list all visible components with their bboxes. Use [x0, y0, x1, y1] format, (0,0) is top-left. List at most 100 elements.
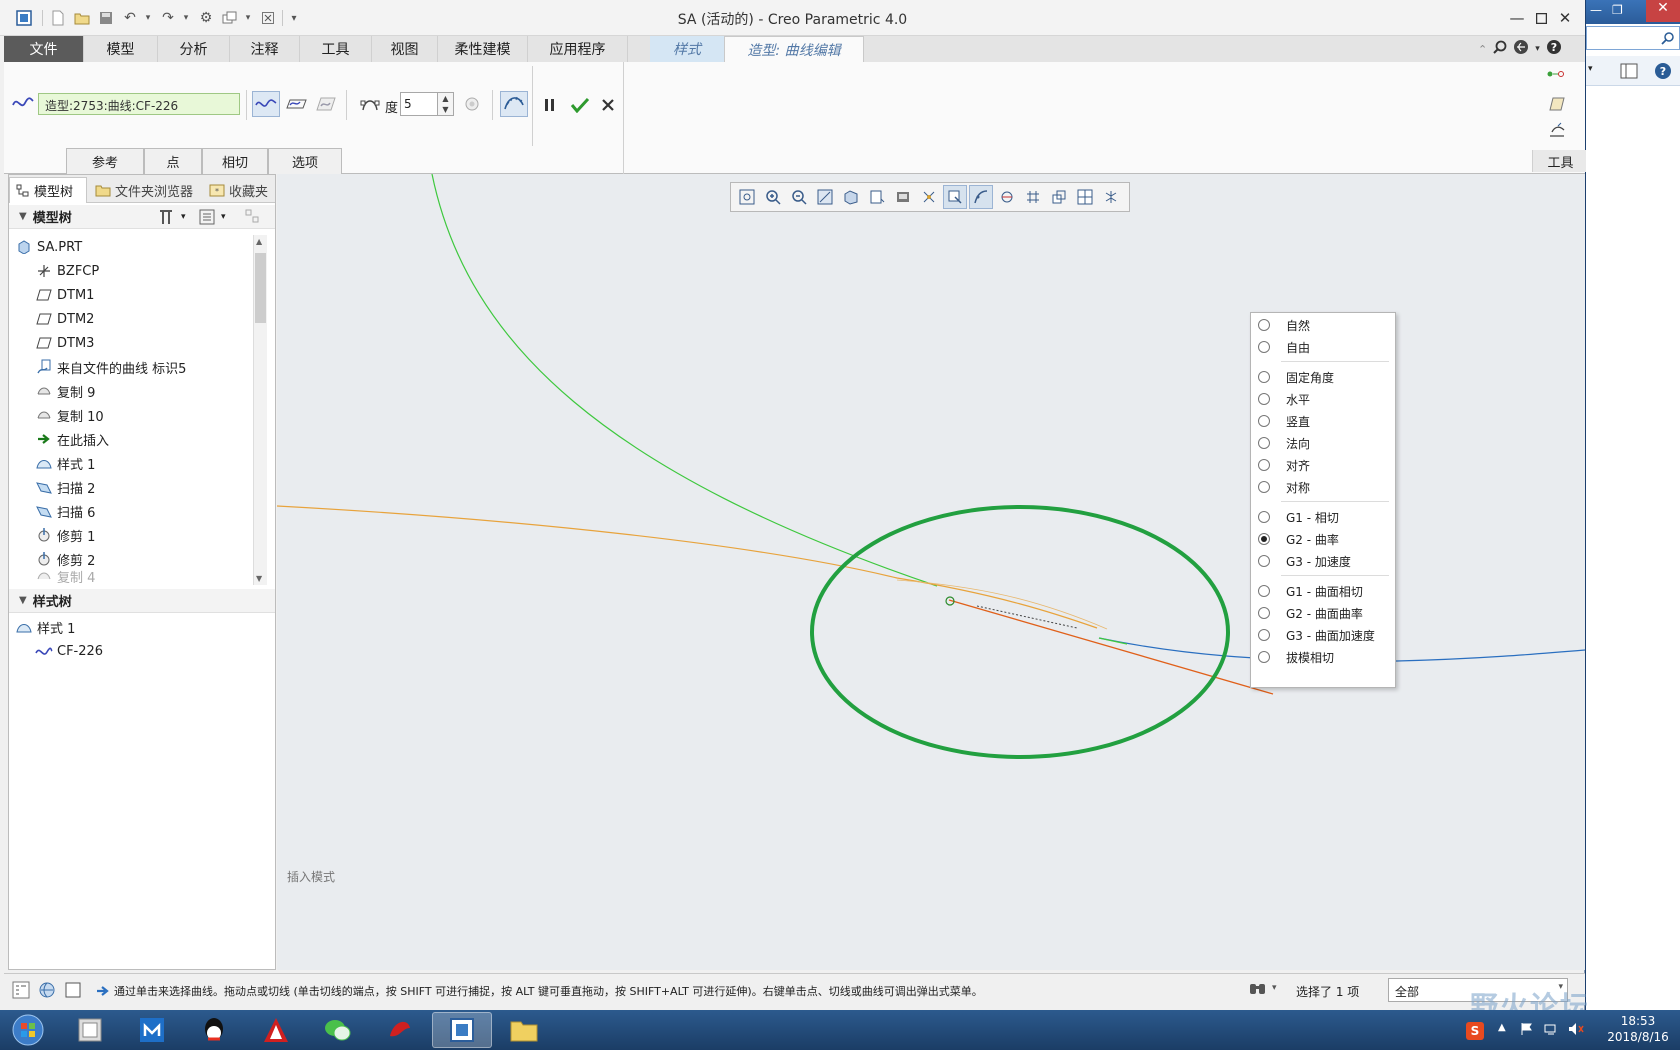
ime-icon[interactable]: S [1466, 1022, 1484, 1040]
style-tree-header[interactable]: ▼ 样式树 [9, 589, 275, 613]
tree-item-dtm2[interactable]: DTM2 [35, 307, 94, 331]
tree-item-sa-prt[interactable]: SA.PRT [15, 235, 82, 259]
menu-item-g1-surface-tangent[interactable]: G1 - 曲面相切 [1251, 580, 1395, 602]
menu-item-normal[interactable]: 法向 [1251, 432, 1395, 454]
bg-app-search[interactable] [1586, 26, 1680, 50]
tree-item-trim-2[interactable]: 修剪 2 [35, 547, 95, 571]
tab-model[interactable]: 模型 [84, 36, 158, 62]
tab-analysis[interactable]: 分析 [158, 36, 230, 62]
tray-network-icon[interactable] [1544, 1022, 1560, 1039]
tree-item-copy-9[interactable]: 复制 9 [35, 379, 95, 403]
collapse-icon[interactable]: ▼ [19, 595, 27, 606]
planar-curve-button[interactable] [282, 91, 310, 117]
tree-settings-icon[interactable] [157, 208, 179, 230]
view-manager-icon[interactable] [891, 185, 915, 209]
free-curve-button[interactable] [252, 91, 280, 117]
curvature-display-icon[interactable] [969, 185, 993, 209]
menu-item-g1-tangent[interactable]: G1 - 相切 [1251, 506, 1395, 528]
cos-curve-button[interactable] [312, 91, 340, 117]
tree-columns-dropdown-icon[interactable]: ▾ [221, 212, 226, 222]
tree-item-dtm1[interactable]: DTM1 [35, 283, 94, 307]
menu-item-g3-surface-acceleration[interactable]: G3 - 曲面加速度 [1251, 624, 1395, 646]
subtab-options[interactable]: 选项 [268, 148, 342, 174]
chevron-down-icon[interactable]: ▾ [1588, 64, 1593, 74]
tab-annotate[interactable]: 注释 [230, 36, 300, 62]
tab-folder-browser[interactable]: 文件夹浏览器 [89, 177, 201, 203]
tab-style[interactable]: 样式 [650, 36, 724, 62]
style-tree-item-cf-226[interactable]: CF-226 [35, 639, 103, 663]
scroll-up-icon[interactable]: ▲ [256, 237, 262, 246]
scroll-thumb[interactable] [255, 253, 266, 323]
refit-icon[interactable] [735, 185, 759, 209]
collapse-ribbon-icon[interactable]: ⌃ [1478, 43, 1487, 56]
taskbar-explorer-icon[interactable] [494, 1012, 554, 1048]
tool-icon-2[interactable] [1548, 96, 1566, 115]
active-plane-icon[interactable] [1047, 185, 1071, 209]
menu-item-g3-acceleration[interactable]: G3 - 加速度 [1251, 550, 1395, 572]
tab-view[interactable]: 视图 [372, 36, 438, 62]
cancel-button[interactable] [596, 92, 620, 118]
section-view-icon[interactable] [1099, 185, 1123, 209]
tree-item-trim-1[interactable]: 修剪 1 [35, 523, 95, 547]
tool-icon-1[interactable] [1546, 68, 1566, 83]
tab-applications[interactable]: 应用程序 [528, 36, 628, 62]
style-tree-item-style-1[interactable]: 样式 1 [15, 615, 75, 639]
zoom-in-icon[interactable] [761, 185, 785, 209]
tree-columns-icon[interactable] [199, 209, 215, 229]
scroll-down-icon[interactable]: ▼ [256, 574, 262, 583]
tray-flag-icon[interactable] [1520, 1022, 1534, 1039]
community-dropdown-icon[interactable]: ▾ [1535, 44, 1540, 54]
fullscreen-toggle-icon[interactable] [64, 981, 82, 1002]
browser-toggle-icon[interactable] [38, 981, 56, 1002]
search-icon[interactable] [1493, 40, 1507, 58]
tab-file[interactable]: 文件 [4, 36, 84, 62]
minimize-icon[interactable]: — [1590, 3, 1602, 17]
saved-orientations-icon[interactable] [865, 185, 889, 209]
tree-item-copy-4[interactable]: 复制 4 [35, 569, 95, 583]
datum-display-icon[interactable] [917, 185, 941, 209]
taskbar-creo-icon[interactable] [432, 1012, 492, 1048]
curvature-analysis-button[interactable] [500, 91, 528, 117]
view-split-icon[interactable] [1073, 185, 1097, 209]
menu-item-natural[interactable]: 自然 [1251, 314, 1395, 336]
tab-model-tree[interactable]: 模型树 [9, 177, 87, 203]
collapse-icon[interactable]: ▼ [19, 211, 27, 222]
subtab-points[interactable]: 点 [144, 148, 202, 174]
find-icon[interactable] [1248, 980, 1268, 1001]
subtab-references[interactable]: 参考 [66, 148, 144, 174]
zoom-out-icon[interactable] [787, 185, 811, 209]
tree-item-sweep-6[interactable]: 扫描 6 [35, 499, 95, 523]
menu-item-g2-surface-curvature[interactable]: G2 - 曲面曲率 [1251, 602, 1395, 624]
annotation-display-icon[interactable] [943, 185, 967, 209]
menu-item-symmetric[interactable]: 对称 [1251, 476, 1395, 498]
tab-favorites[interactable]: * 收藏夹 [203, 177, 275, 203]
maximize-button[interactable] [1528, 6, 1554, 30]
restore-icon[interactable]: ❐ [1612, 3, 1623, 17]
tree-item-dtm3[interactable]: DTM3 [35, 331, 94, 355]
pause-button[interactable] [538, 92, 562, 118]
tab-curve-edit[interactable]: 造型: 曲线编辑 [724, 36, 864, 62]
degree-stepper[interactable]: ▲ ▼ [438, 92, 454, 116]
taskbar-autocad-icon[interactable] [246, 1012, 306, 1048]
tool-icon-3[interactable] [1548, 122, 1566, 143]
system-clock[interactable]: 18:53 2018/8/16 [1600, 1013, 1676, 1045]
taskbar-app-1[interactable] [60, 1012, 120, 1048]
help-icon[interactable]: ? [1546, 39, 1562, 59]
model-tree-scrollbar[interactable]: ▲ ▼ [253, 235, 267, 585]
menu-item-free[interactable]: 自由 [1251, 336, 1395, 358]
tab-tools[interactable]: 工具 [300, 36, 372, 62]
menu-item-align[interactable]: 对齐 [1251, 454, 1395, 476]
close-button[interactable]: ✕ [1552, 6, 1578, 30]
tree-item-bzfcp[interactable]: BZFCP [35, 259, 99, 283]
menu-item-g2-curvature[interactable]: G2 - 曲率 [1251, 528, 1395, 550]
tree-item-curve-from-file[interactable]: 来自文件的曲线 标识5 [35, 355, 186, 379]
grid-icon[interactable] [1021, 185, 1045, 209]
menu-item-fixed-angle[interactable]: 固定角度 [1251, 366, 1395, 388]
model-tree-header[interactable]: ▼ 模型树 ▾ ▾ [9, 205, 275, 229]
tab-flexible-modeling[interactable]: 柔性建模 [438, 36, 528, 62]
taskbar-wechat-icon[interactable] [308, 1012, 368, 1048]
display-style-icon[interactable] [839, 185, 863, 209]
tree-item-sweep-2[interactable]: 扫描 2 [35, 475, 95, 499]
tray-volume-icon[interactable] [1568, 1022, 1584, 1039]
subtab-tangent[interactable]: 相切 [202, 148, 268, 174]
